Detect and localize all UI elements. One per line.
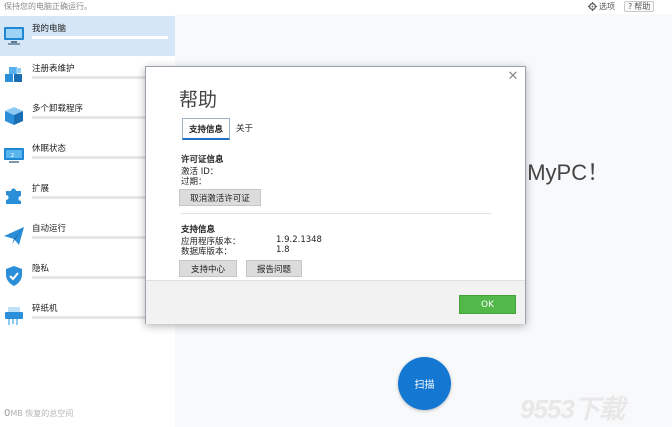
watermark-logo: 9553下载 <box>520 394 625 424</box>
dialog-title: 帮助 <box>179 89 218 111</box>
tab-about[interactable]: 关于 <box>230 118 259 140</box>
recovered-space-label: MB 恢复的总空间 <box>10 409 74 418</box>
ok-button[interactable]: OK <box>459 295 516 314</box>
expiry-label: 过期： <box>181 177 207 187</box>
deactivate-license-button[interactable]: 取消激活许可证 <box>179 189 261 206</box>
puzzle-icon <box>6 188 21 204</box>
close-icon[interactable]: ✕ <box>507 70 519 84</box>
sidebar-item-label: 我的电脑 <box>32 24 67 34</box>
help-dialog: ✕ 帮助 支持信息 关于 许可证信息 激活 ID： 过期： 取消激活许可证 支持… <box>145 66 526 324</box>
registry-icon <box>5 67 22 82</box>
shredder-icon <box>5 307 23 325</box>
status-text: 保持您的电脑正确运行。 <box>4 2 92 11</box>
settings-button[interactable]: 选项 <box>588 1 615 12</box>
sidebar-item-label: 休眠状态 <box>32 144 67 154</box>
sidebar-item-label: 自动运行 <box>32 224 67 234</box>
progress-bar <box>32 36 168 39</box>
settings-label: 选项 <box>599 2 615 11</box>
support-heading: 支持信息 <box>181 225 216 235</box>
db-version-label: 数据库版本： <box>181 247 233 257</box>
sidebar-item-label: 碎纸机 <box>32 304 58 314</box>
uninstall-box-icon <box>5 107 23 125</box>
help-label: 帮助 <box>634 2 651 11</box>
scan-button[interactable]: 扫描 <box>398 357 451 410</box>
help-button[interactable]: ? 帮助 <box>624 1 655 12</box>
support-center-button[interactable]: 支持中心 <box>179 260 237 277</box>
license-heading: 许可证信息 <box>181 155 224 165</box>
help-question-icon: ? <box>628 2 633 11</box>
tab-support-info[interactable]: 支持信息 <box>182 118 231 140</box>
dialog-tabs: 支持信息 关于 <box>182 118 259 140</box>
top-bar: 保持您的电脑正确运行。 选项 ? 帮助 <box>0 0 672 14</box>
svg-text:z: z <box>11 152 14 159</box>
sidebar-item-label: 扩展 <box>32 184 50 194</box>
db-version-value: 1.8 <box>276 245 290 255</box>
paper-plane-icon <box>4 227 24 245</box>
background-heading: nMyPC！ <box>515 160 610 185</box>
sidebar-item-my-computer[interactable]: 我的电脑 <box>0 16 175 56</box>
report-problem-button[interactable]: 报告问题 <box>246 260 302 277</box>
recovered-space-stat: 0MB 恢复的总空间 <box>4 408 73 419</box>
gear-icon <box>588 2 597 11</box>
sidebar-item-label: 隐私 <box>32 264 50 274</box>
app-version-value: 1.9.2.1348 <box>276 235 322 245</box>
hibernate-icon: z <box>4 148 24 163</box>
sidebar-item-label: 注册表维护 <box>32 64 75 74</box>
sidebar-item-label: 多个卸载程序 <box>32 104 84 114</box>
divider <box>181 213 491 214</box>
computer-icon <box>4 27 24 45</box>
shield-icon <box>6 266 22 286</box>
